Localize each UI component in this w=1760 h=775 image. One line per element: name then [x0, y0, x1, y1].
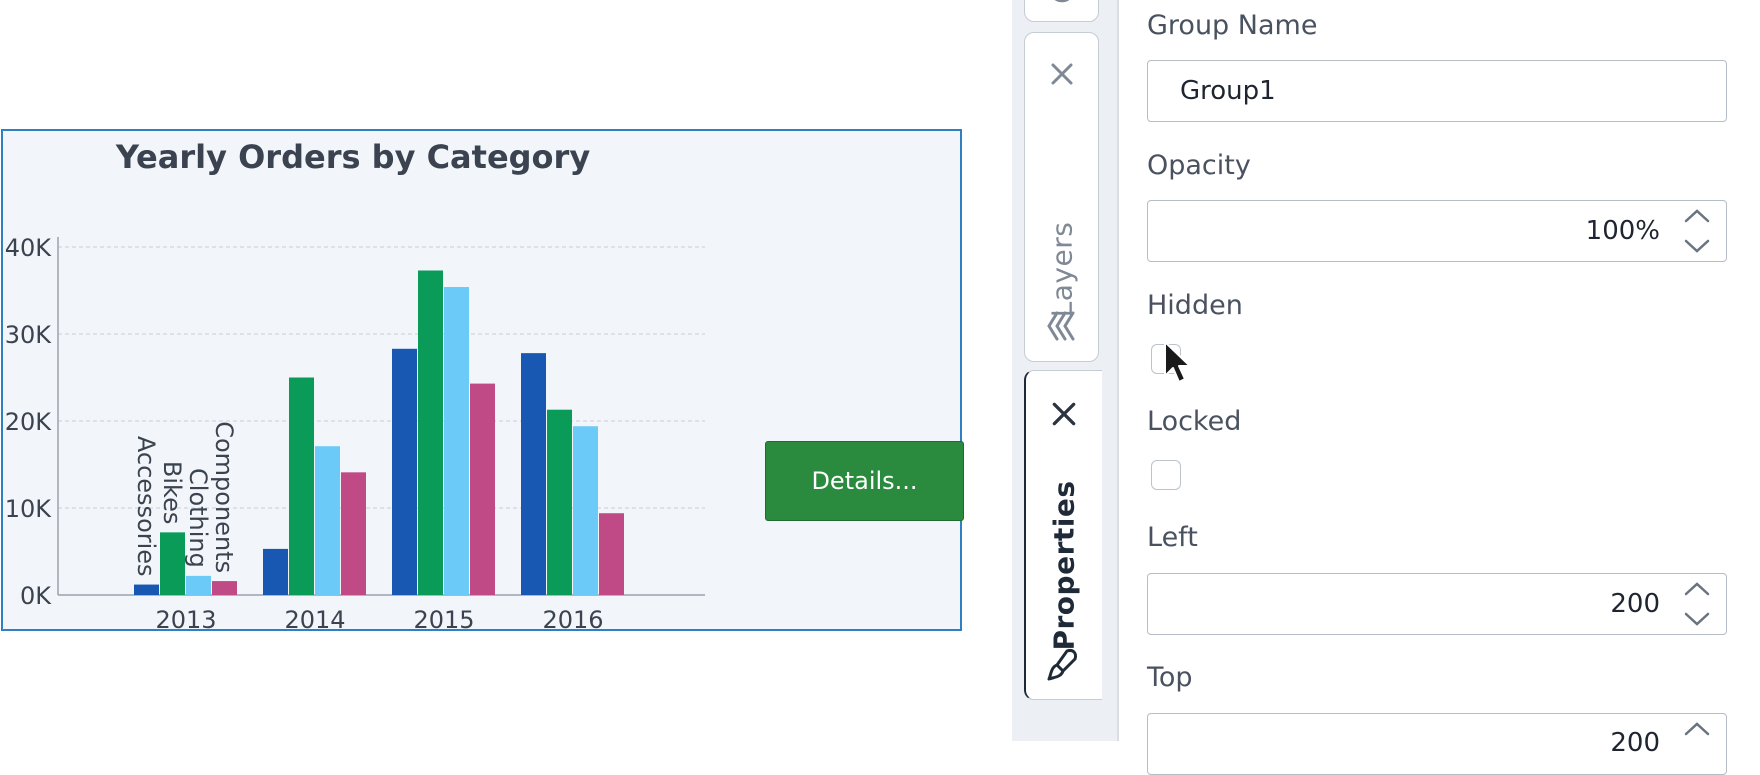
bar-clothing-2014 — [315, 446, 340, 595]
y-tick-label: 0K — [20, 582, 52, 610]
left-label: Left — [1147, 522, 1198, 553]
top-value: 200 — [1610, 728, 1660, 758]
chevron-up-icon[interactable] — [1683, 581, 1711, 597]
properties-panel: Group Name Group1 Opacity 100% Hidden Lo… — [1119, 0, 1760, 741]
opacity-label: Opacity — [1147, 150, 1251, 181]
series-label-components: Components — [210, 421, 238, 573]
side-tab-bar: Layers Properties — [1012, 0, 1117, 741]
y-tick-label: 10K — [5, 495, 53, 523]
tab-layers[interactable]: Layers — [1024, 32, 1099, 362]
bar-accessories-2015 — [392, 349, 417, 595]
y-tick-label: 20K — [5, 408, 53, 436]
bar-clothing-2016 — [573, 426, 598, 595]
left-stepper[interactable] — [1682, 581, 1712, 627]
series-label-clothing: Clothing — [184, 468, 212, 568]
top-label: Top — [1147, 662, 1193, 693]
tab-layers-label: Layers — [1045, 222, 1078, 318]
x-tick-label: 2016 — [542, 606, 603, 633]
x-tick-label: 2015 — [413, 606, 474, 633]
mouse-cursor-icon — [1163, 340, 1193, 388]
details-button[interactable]: Details... — [765, 441, 964, 521]
tab-properties-label: Properties — [1048, 480, 1081, 650]
bar-components-2013 — [212, 581, 237, 595]
y-tick-label: 30K — [5, 321, 53, 349]
opacity-input[interactable]: 100% — [1147, 200, 1727, 262]
left-value: 200 — [1610, 589, 1660, 619]
bar-chart[interactable]: Yearly Orders by Category 0K 10K 20K 30K 40K A… — [3, 131, 964, 633]
y-tick-label: 40K — [5, 234, 53, 262]
group-name-input[interactable]: Group1 — [1147, 60, 1727, 122]
hidden-label: Hidden — [1147, 290, 1243, 321]
chart-group[interactable]: Yearly Orders by Category 0K 10K 20K 30K 40K A… — [1, 129, 962, 631]
bar-bikes-2014 — [289, 378, 314, 596]
bar-components-2015 — [470, 384, 495, 595]
bar-bikes-2013 — [160, 532, 185, 595]
bar-components-2014 — [341, 472, 366, 595]
x-tick-label: 2013 — [155, 606, 216, 633]
opacity-stepper[interactable] — [1682, 208, 1712, 254]
top-stepper[interactable] — [1682, 721, 1712, 767]
top-input[interactable]: 200 — [1147, 713, 1727, 775]
chevron-down-icon[interactable] — [1683, 611, 1711, 627]
series-label-accessories: Accessories — [132, 436, 160, 577]
locked-checkbox[interactable] — [1151, 460, 1181, 490]
bar-bikes-2016 — [547, 410, 572, 595]
close-icon[interactable] — [1047, 397, 1081, 431]
tab-properties[interactable]: Properties — [1024, 370, 1102, 700]
bar-components-2016 — [599, 513, 624, 595]
bar-clothing-2013 — [186, 576, 211, 595]
series-label-bikes: Bikes — [158, 461, 186, 524]
opacity-value: 100% — [1586, 216, 1660, 246]
paintbrush-icon — [1045, 645, 1083, 683]
bar-clothing-2015 — [444, 287, 469, 595]
bar-accessories-2013 — [134, 585, 159, 595]
group-name-value: Group1 — [1180, 76, 1276, 106]
close-icon[interactable] — [1045, 57, 1079, 91]
bar-accessories-2016 — [521, 353, 546, 595]
layers-icon — [1043, 307, 1081, 345]
x-tick-label: 2014 — [284, 606, 345, 633]
locked-label: Locked — [1147, 406, 1241, 437]
chevron-up-icon[interactable] — [1683, 721, 1711, 737]
bar-bikes-2015 — [418, 270, 443, 595]
left-input[interactable]: 200 — [1147, 573, 1727, 635]
chevron-up-icon[interactable] — [1683, 208, 1711, 224]
chevron-down-icon[interactable] — [1683, 238, 1711, 254]
group-name-label: Group Name — [1147, 10, 1317, 41]
bar-accessories-2014 — [263, 549, 288, 595]
chart-title: Yearly Orders by Category — [115, 138, 591, 176]
tab-partial-top[interactable] — [1024, 0, 1099, 22]
dashboard-canvas[interactable]: Yearly Orders by Category 0K 10K 20K 30K 40K A… — [0, 0, 1012, 741]
info-icon — [1043, 0, 1081, 11]
